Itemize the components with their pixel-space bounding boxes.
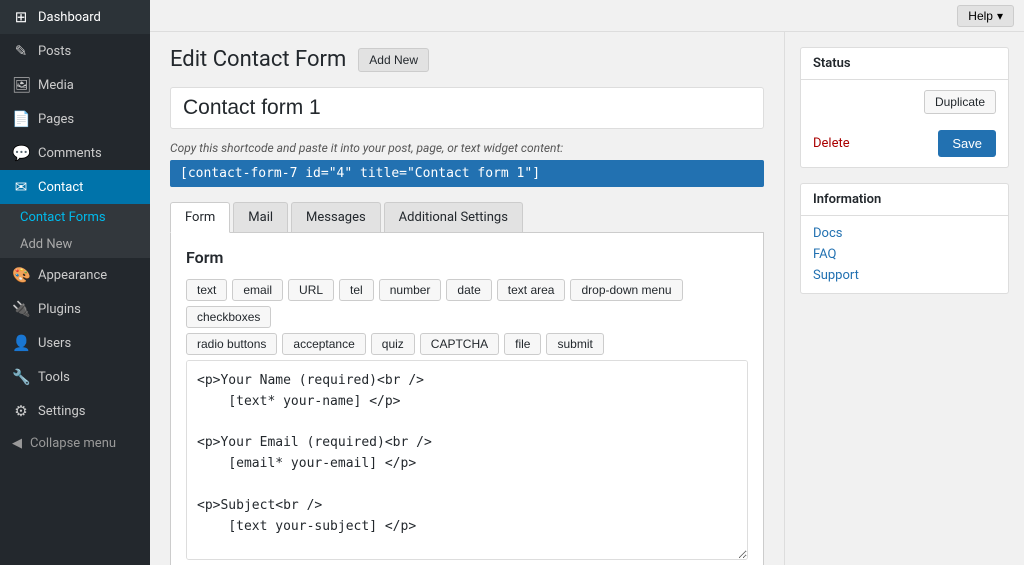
tag-btn-number[interactable]: number (379, 279, 442, 301)
sidebar-item-settings[interactable]: ⚙ Settings (0, 394, 150, 428)
support-link[interactable]: Support (813, 268, 996, 283)
status-box-header: Status (801, 48, 1008, 80)
tag-btn-tel[interactable]: tel (339, 279, 374, 301)
posts-icon: ✎ (12, 42, 30, 60)
right-sidebar: Status Duplicate Delete Save Information (784, 32, 1024, 565)
info-links: Docs FAQ Support (813, 226, 996, 283)
comments-icon: 💬 (12, 144, 30, 162)
info-box: Information Docs FAQ Support (800, 183, 1009, 294)
tag-row-1: text email URL tel number date text area… (186, 279, 748, 328)
left-content: Edit Contact Form Add New Copy this shor… (150, 32, 784, 565)
tag-row-2: radio buttons acceptance quiz CAPTCHA fi… (186, 333, 748, 355)
appearance-icon: 🎨 (12, 266, 30, 284)
shortcode-box[interactable]: [contact-form-7 id="4" title="Contact fo… (170, 160, 764, 187)
tag-btn-file[interactable]: file (504, 333, 541, 355)
sidebar-menu: ⊞ Dashboard ✎ Posts 🖼 Media 📄 Pages 💬 Co… (0, 0, 150, 459)
collapse-label: Collapse menu (30, 436, 116, 451)
sidebar-item-appearance[interactable]: 🎨 Appearance (0, 258, 150, 292)
settings-icon: ⚙ (12, 402, 30, 420)
topbar: Help ▾ (150, 0, 1024, 32)
media-icon: 🖼 (12, 76, 30, 94)
sidebar-item-label: Pages (38, 112, 74, 127)
delete-link[interactable]: Delete (813, 136, 850, 151)
tag-btn-email[interactable]: email (232, 279, 283, 301)
tag-btn-textarea[interactable]: text area (497, 279, 566, 301)
status-box-body: Duplicate Delete Save (801, 80, 1008, 167)
shortcode-label: Copy this shortcode and paste it into yo… (170, 141, 764, 155)
form-editor-title: Form (186, 248, 748, 267)
content-area: Edit Contact Form Add New Copy this shor… (150, 32, 1024, 565)
sidebar-item-label: Contact (38, 180, 83, 195)
form-name-input[interactable] (170, 87, 764, 129)
sidebar-item-label: Plugins (38, 302, 81, 317)
tag-btn-url[interactable]: URL (288, 279, 334, 301)
tools-icon: 🔧 (12, 368, 30, 386)
tag-btn-dropdown[interactable]: drop-down menu (570, 279, 682, 301)
tab-mail[interactable]: Mail (233, 202, 288, 232)
sidebar: ⊞ Dashboard ✎ Posts 🖼 Media 📄 Pages 💬 Co… (0, 0, 150, 565)
tab-additional-settings[interactable]: Additional Settings (384, 202, 523, 232)
info-box-body: Docs FAQ Support (801, 216, 1008, 293)
page-header: Edit Contact Form Add New (170, 47, 764, 72)
docs-link[interactable]: Docs (813, 226, 996, 241)
sidebar-item-label: Appearance (38, 268, 107, 283)
sidebar-item-plugins[interactable]: 🔌 Plugins (0, 292, 150, 326)
contact-icon: ✉ (12, 178, 30, 196)
tab-form[interactable]: Form (170, 202, 230, 233)
sidebar-item-tools[interactable]: 🔧 Tools (0, 360, 150, 394)
collapse-icon: ◀ (12, 436, 22, 451)
faq-link[interactable]: FAQ (813, 247, 996, 262)
tag-btn-acceptance[interactable]: acceptance (282, 333, 365, 355)
status-bottom-actions: Delete Save (813, 122, 996, 157)
tag-btn-date[interactable]: date (446, 279, 491, 301)
sidebar-item-contact-forms[interactable]: Contact Forms (0, 204, 150, 231)
sidebar-item-label: Dashboard (38, 10, 101, 25)
users-icon: 👤 (12, 334, 30, 352)
sidebar-sub-label: Contact Forms (20, 210, 106, 225)
sidebar-item-media[interactable]: 🖼 Media (0, 68, 150, 102)
help-label: Help (968, 9, 993, 23)
page-title: Edit Contact Form (170, 47, 346, 72)
sidebar-item-label: Settings (38, 404, 85, 419)
sidebar-item-label: Users (38, 336, 71, 351)
tag-btn-quiz[interactable]: quiz (371, 333, 415, 355)
dashboard-icon: ⊞ (12, 8, 30, 26)
tabs: Form Mail Messages Additional Settings (170, 202, 764, 233)
save-button[interactable]: Save (938, 130, 996, 157)
main: Help ▾ Edit Contact Form Add New Copy th… (150, 0, 1024, 565)
sidebar-item-label: Media (38, 78, 74, 93)
plugins-icon: 🔌 (12, 300, 30, 318)
tag-btn-submit[interactable]: submit (546, 333, 603, 355)
tag-btn-checkboxes[interactable]: checkboxes (186, 306, 271, 328)
sidebar-submenu: Contact Forms Add New (0, 204, 150, 258)
sidebar-item-label: Tools (38, 370, 70, 385)
tab-messages[interactable]: Messages (291, 202, 381, 232)
sidebar-item-label: Comments (38, 146, 102, 161)
sidebar-item-add-new[interactable]: Add New (0, 231, 150, 258)
form-editor: Form text email URL tel number date text… (170, 233, 764, 565)
sidebar-item-posts[interactable]: ✎ Posts (0, 34, 150, 68)
sidebar-item-label: Posts (38, 44, 71, 59)
sidebar-sub-label: Add New (20, 237, 72, 252)
sidebar-item-contact[interactable]: ✉ Contact (0, 170, 150, 204)
sidebar-item-pages[interactable]: 📄 Pages (0, 102, 150, 136)
info-box-header: Information (801, 184, 1008, 216)
add-new-button[interactable]: Add New (358, 48, 429, 72)
tag-btn-radio[interactable]: radio buttons (186, 333, 277, 355)
sidebar-item-users[interactable]: 👤 Users (0, 326, 150, 360)
form-content-textarea[interactable] (186, 360, 748, 560)
status-box: Status Duplicate Delete Save (800, 47, 1009, 168)
sidebar-item-dashboard[interactable]: ⊞ Dashboard (0, 0, 150, 34)
duplicate-button[interactable]: Duplicate (924, 90, 996, 114)
collapse-menu[interactable]: ◀ Collapse menu (0, 428, 150, 459)
tag-btn-text[interactable]: text (186, 279, 227, 301)
help-chevron-icon: ▾ (997, 9, 1003, 23)
pages-icon: 📄 (12, 110, 30, 128)
tag-btn-captcha[interactable]: CAPTCHA (420, 333, 499, 355)
sidebar-item-comments[interactable]: 💬 Comments (0, 136, 150, 170)
help-button[interactable]: Help ▾ (957, 5, 1014, 27)
